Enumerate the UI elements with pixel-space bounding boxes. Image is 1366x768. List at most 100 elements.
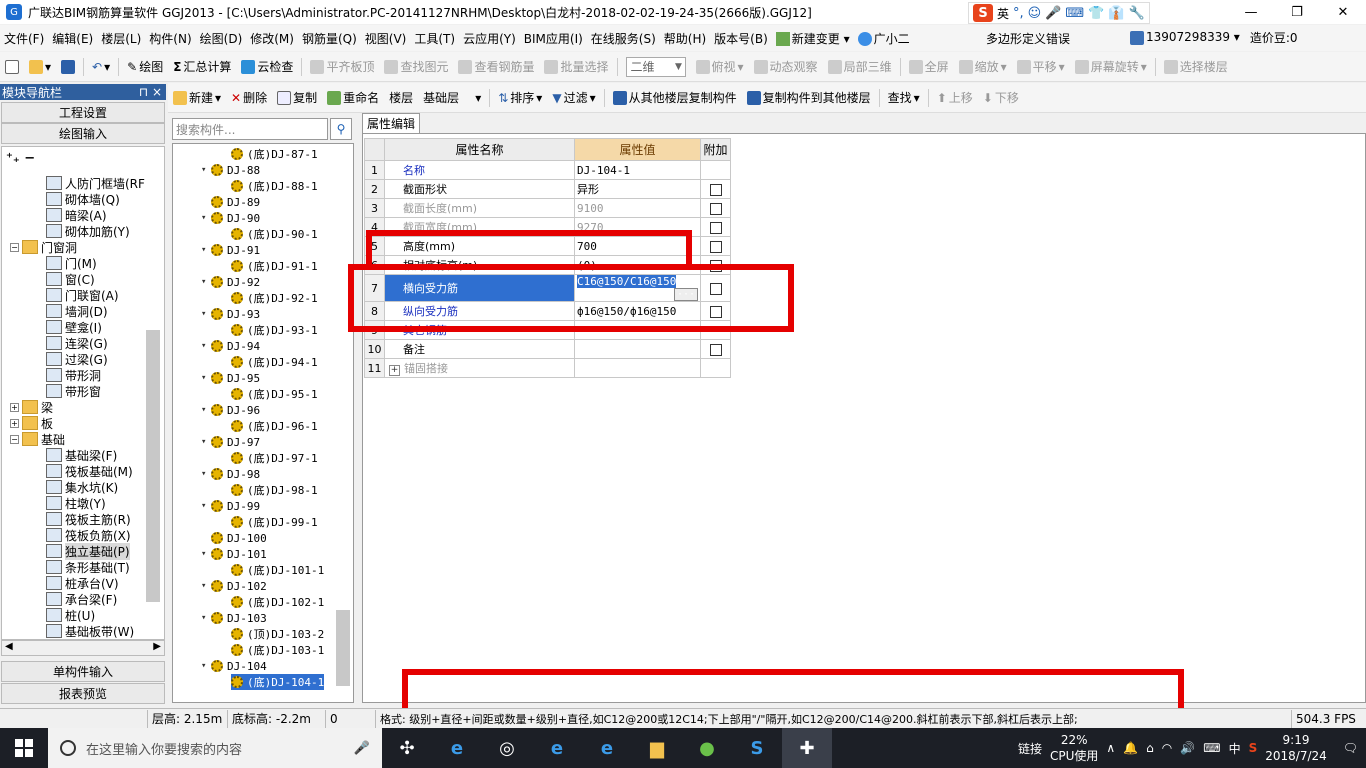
collapse-icon[interactable]: ▾ bbox=[201, 661, 211, 671]
extra-checkbox[interactable] bbox=[709, 183, 722, 196]
extra-checkbox[interactable] bbox=[709, 343, 722, 356]
component-scrollbar[interactable] bbox=[336, 610, 350, 686]
component-item[interactable]: (底)DJ-92-1 bbox=[231, 290, 318, 306]
component-group[interactable]: ▾ DJ-94 bbox=[201, 338, 260, 354]
expand-icon[interactable]: + bbox=[389, 365, 400, 376]
menu-component[interactable]: 构件(N) bbox=[145, 30, 195, 47]
nav-item[interactable]: 砌体墙(Q) bbox=[46, 191, 120, 207]
menu-version[interactable]: 版本号(B) bbox=[710, 30, 772, 47]
nav-item[interactable]: + 板 bbox=[10, 415, 53, 431]
menu-rebar[interactable]: 钢筋量(Q) bbox=[298, 30, 361, 47]
nav-item[interactable]: 砌体加筋(Y) bbox=[46, 223, 130, 239]
swirl-app-icon[interactable]: ◎ bbox=[482, 728, 532, 768]
expand-collapse-all-icon[interactable]: ⁺₊ − bbox=[6, 151, 35, 166]
nav-item[interactable]: 承台梁(F) bbox=[46, 591, 117, 607]
local-3d-button[interactable]: 局部三维 bbox=[823, 58, 897, 75]
keyboard-tray-icon[interactable]: ⌨ bbox=[1203, 741, 1220, 755]
collapse-icon[interactable]: − bbox=[10, 242, 19, 252]
component-group[interactable]: ▾ DJ-103 bbox=[201, 610, 267, 626]
draw-input-button[interactable]: 绘图输入 bbox=[1, 123, 165, 144]
collapse-icon[interactable]: ▾ bbox=[201, 469, 211, 479]
move-down-button[interactable]: ⬇ 下移 bbox=[978, 89, 1024, 106]
collapse-icon[interactable]: − bbox=[10, 434, 19, 444]
pan-button[interactable]: 平移 ▾ bbox=[1012, 58, 1070, 75]
align-top-button[interactable]: 平齐板顶 bbox=[305, 58, 379, 75]
nav-item[interactable]: 暗梁(A) bbox=[46, 207, 107, 223]
minimize-button[interactable]: — bbox=[1228, 0, 1274, 24]
volume-icon[interactable]: 🔊 bbox=[1180, 741, 1195, 755]
component-item[interactable]: (底)DJ-97-1 bbox=[231, 450, 318, 466]
nav-item[interactable]: 人防门框墙(RF bbox=[46, 175, 145, 191]
component-item[interactable]: (底)DJ-87-1 bbox=[231, 146, 318, 162]
property-extra[interactable] bbox=[700, 179, 731, 199]
nav-item[interactable]: 条形基础(T) bbox=[46, 559, 130, 575]
collapse-icon[interactable]: ▾ bbox=[201, 549, 211, 559]
component-item[interactable]: (底)DJ-94-1 bbox=[231, 354, 318, 370]
wrench-icon[interactable]: 🔧 bbox=[1129, 6, 1145, 21]
menu-new-change[interactable]: 新建变更 ▾ bbox=[772, 30, 854, 47]
undo-button[interactable]: ↶ ▾ bbox=[87, 60, 115, 74]
component-group[interactable]: ▾ DJ-101 bbox=[201, 546, 267, 562]
glodon-app-icon[interactable]: ✚ bbox=[782, 728, 832, 768]
nav-item[interactable]: 集水坑(K) bbox=[46, 479, 118, 495]
sum-button[interactable]: Σ 汇总计算 bbox=[168, 58, 236, 75]
component-item[interactable]: (顶)DJ-103-2 bbox=[231, 626, 324, 642]
nav-item[interactable]: 连梁(G) bbox=[46, 335, 108, 351]
collapse-icon[interactable]: ▾ bbox=[201, 373, 211, 383]
copy-to-floor-button[interactable]: 复制构件到其他楼层 bbox=[742, 89, 876, 106]
property-extra[interactable] bbox=[700, 236, 731, 256]
property-value[interactable] bbox=[574, 339, 701, 359]
project-settings-button[interactable]: 工程设置 bbox=[1, 102, 165, 123]
select-floor-button[interactable]: 选择楼层 bbox=[1159, 58, 1233, 75]
nav-item[interactable]: 柱墩(Y) bbox=[46, 495, 106, 511]
collapse-icon[interactable]: ▾ bbox=[201, 309, 211, 319]
component-item[interactable]: (底)DJ-90-1 bbox=[231, 226, 318, 242]
property-row[interactable]: 2 截面形状 异形 bbox=[364, 179, 731, 199]
property-extra[interactable] bbox=[700, 217, 731, 237]
property-extra[interactable] bbox=[700, 198, 731, 218]
menu-assistant[interactable]: 广小二 bbox=[854, 30, 914, 47]
nav-item[interactable]: − 基础 bbox=[10, 431, 65, 447]
nav-item[interactable]: − 门窗洞 bbox=[10, 239, 77, 255]
single-input-button[interactable]: 单构件输入 bbox=[1, 661, 165, 682]
collapse-icon[interactable]: ▾ bbox=[201, 277, 211, 287]
filter-button[interactable]: ▼ 过滤 ▾ bbox=[547, 89, 600, 106]
search-icon[interactable]: ⚲ bbox=[330, 118, 352, 140]
collapse-icon[interactable]: ▾ bbox=[201, 581, 211, 591]
find-button[interactable]: 查找 ▾ bbox=[883, 89, 925, 106]
microphone-icon[interactable]: 🎤 bbox=[1045, 6, 1061, 21]
nav-item[interactable]: 筏板负筋(X) bbox=[46, 527, 131, 543]
collapse-icon[interactable]: ▾ bbox=[201, 245, 211, 255]
menu-bim[interactable]: BIM应用(I) bbox=[520, 30, 587, 47]
component-item[interactable]: (底)DJ-104-1 bbox=[231, 674, 325, 690]
component-item[interactable]: (底)DJ-99-1 bbox=[231, 514, 318, 530]
nav-item[interactable]: 独立基础(P) bbox=[46, 542, 130, 560]
menu-online[interactable]: 在线服务(S) bbox=[587, 30, 660, 47]
edge-browser-icon[interactable]: e bbox=[532, 728, 582, 768]
component-group[interactable]: ▾ DJ-99 bbox=[201, 498, 260, 514]
extra-checkbox[interactable] bbox=[709, 240, 722, 253]
component-item[interactable]: (底)DJ-102-1 bbox=[231, 594, 324, 610]
property-extra[interactable] bbox=[700, 339, 731, 359]
user-icon[interactable]: 👕 bbox=[1088, 6, 1104, 21]
property-value[interactable] bbox=[574, 358, 701, 378]
nav-item[interactable]: 基础梁(F) bbox=[46, 447, 117, 463]
collapse-icon[interactable]: ▾ bbox=[201, 165, 211, 175]
draw-button[interactable]: ✎ 绘图 bbox=[122, 58, 168, 75]
component-item[interactable]: (底)DJ-98-1 bbox=[231, 482, 318, 498]
menu-cloud[interactable]: 云应用(Y) bbox=[459, 30, 520, 47]
move-up-button[interactable]: ⬆ 上移 bbox=[932, 89, 978, 106]
notification-icon[interactable]: 🗨 bbox=[1343, 741, 1358, 755]
component-group[interactable]: ▾ DJ-92 bbox=[201, 274, 260, 290]
menu-file[interactable]: 文件(F) bbox=[0, 30, 48, 47]
component-item[interactable]: (底)DJ-96-1 bbox=[231, 418, 318, 434]
copy-button[interactable]: 复制 bbox=[272, 89, 322, 106]
menu-draw[interactable]: 绘图(D) bbox=[196, 30, 247, 47]
find-element-button[interactable]: 查找图元 bbox=[379, 58, 453, 75]
sogou-tray-icon[interactable]: S bbox=[1249, 741, 1258, 755]
ime-lang-indicator[interactable]: 中 bbox=[1229, 740, 1241, 757]
property-value[interactable]: DJ-104-1 bbox=[574, 160, 701, 180]
save-button[interactable] bbox=[56, 59, 80, 74]
blue-s-app-icon[interactable]: S bbox=[732, 728, 782, 768]
nav-item[interactable]: 桩承台(V) bbox=[46, 575, 119, 591]
